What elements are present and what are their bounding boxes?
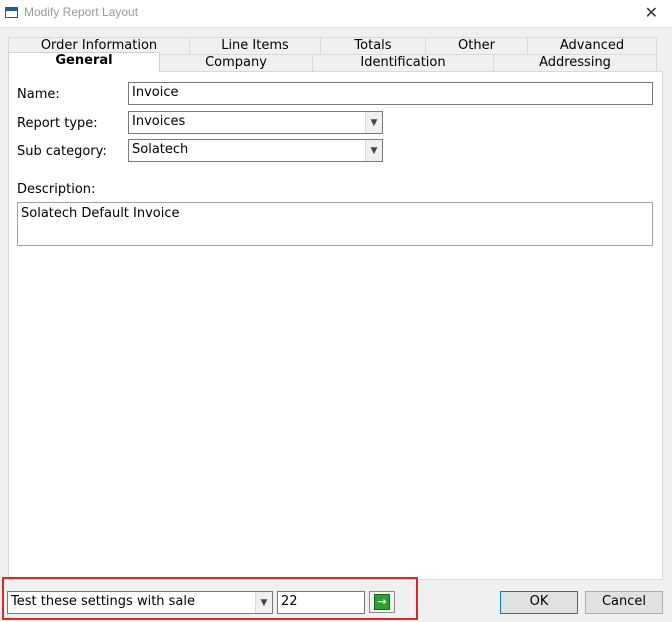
name-label: Name:: [17, 87, 60, 102]
cancel-button[interactable]: Cancel: [585, 591, 663, 614]
tab-general[interactable]: General: [8, 52, 160, 72]
tab-advanced[interactable]: Advanced: [527, 37, 657, 55]
tab-line-items[interactable]: Line Items: [189, 37, 321, 55]
test-settings-highlight: [2, 577, 418, 620]
window-icon: [5, 7, 18, 18]
close-icon[interactable]: ✕: [645, 3, 658, 23]
tab-other[interactable]: Other: [425, 37, 528, 55]
ok-button[interactable]: OK: [500, 591, 578, 614]
sub-category-value: Solatech: [132, 142, 189, 157]
tab-identification[interactable]: Identification: [312, 54, 494, 72]
description-field[interactable]: Solatech Default Invoice: [17, 202, 653, 246]
chevron-down-icon[interactable]: ▼: [365, 112, 382, 133]
tab-company[interactable]: Company: [159, 54, 313, 72]
sub-category-label: Sub category:: [17, 144, 107, 159]
chevron-down-icon[interactable]: ▼: [365, 140, 382, 161]
report-type-select[interactable]: Invoices ▼: [128, 111, 383, 134]
tab-totals[interactable]: Totals: [320, 37, 426, 55]
general-tab-panel: Name: Invoice Report type: Invoices ▼ Su…: [8, 71, 663, 580]
description-label: Description:: [17, 182, 96, 197]
title-bar: Modify Report Layout ✕: [0, 0, 672, 28]
report-type-value: Invoices: [132, 114, 186, 129]
sub-category-select[interactable]: Solatech ▼: [128, 139, 383, 162]
window-title: Modify Report Layout: [24, 5, 139, 19]
tab-addressing[interactable]: Addressing: [493, 54, 657, 72]
name-field[interactable]: Invoice: [128, 82, 653, 105]
report-type-label: Report type:: [17, 116, 98, 131]
